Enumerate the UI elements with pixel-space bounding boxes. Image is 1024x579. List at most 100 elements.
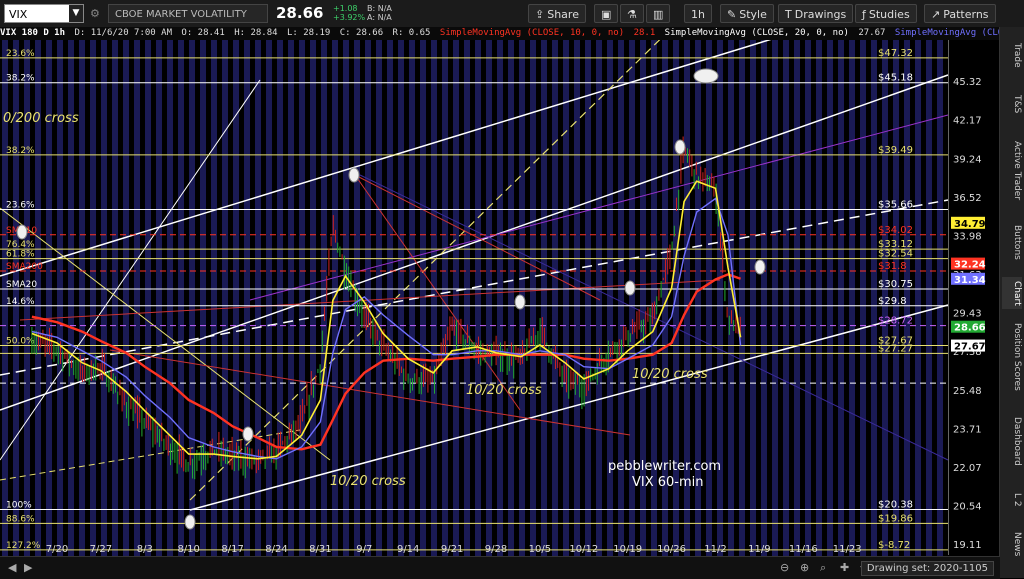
x-tick-label: 10/12 bbox=[569, 544, 598, 555]
symbol-text: VIX bbox=[9, 8, 28, 21]
level-label-left: 38.2% bbox=[6, 146, 35, 156]
level-label-left: 127.2% bbox=[6, 541, 41, 551]
magnifier-icon[interactable]: ⌕ bbox=[820, 561, 826, 575]
sma10-value: 28.1 bbox=[633, 28, 656, 38]
x-tick-label: 11/9 bbox=[748, 544, 770, 555]
level-label-right: $45.18 bbox=[878, 73, 913, 84]
symbol-description: CBOE MARKET VOLATILITY INDEX bbox=[108, 4, 268, 39]
bid-ask: B: N/A A: N/A bbox=[367, 4, 392, 23]
tab-chart[interactable]: Chart bbox=[1002, 277, 1022, 309]
level-label-right: $28.72 bbox=[878, 316, 913, 327]
style-icon: ✎ bbox=[727, 8, 737, 21]
level-label-left: 38.2% bbox=[6, 74, 35, 84]
x-tick-label: 8/24 bbox=[265, 544, 287, 555]
style-button[interactable]: ✎ Style bbox=[720, 4, 774, 23]
timeframe-button[interactable]: 1h bbox=[684, 4, 712, 23]
bar-high: H: 28.84 bbox=[234, 28, 278, 38]
pivot-marker bbox=[184, 514, 196, 530]
pivot-marker bbox=[624, 280, 636, 296]
tab-level2[interactable]: L 2 bbox=[1002, 485, 1022, 515]
session-band bbox=[805, 40, 811, 556]
drawings-button[interactable]: T Drawings bbox=[778, 4, 854, 23]
level-label-left: 23.6% bbox=[6, 49, 35, 59]
level-label-right: $47.32 bbox=[878, 48, 913, 59]
save-icon: ▣ bbox=[601, 8, 612, 21]
level-label-right: $35.66 bbox=[878, 200, 913, 211]
pivot-marker bbox=[16, 224, 28, 240]
x-tick-label: 7/27 bbox=[90, 544, 112, 555]
x-tick-label: 9/21 bbox=[441, 544, 463, 555]
session-band bbox=[750, 40, 756, 556]
level-label-right: $-8.72 bbox=[878, 540, 910, 551]
sma50-study[interactable]: SimpleMovingAvg (CLOSE, 50, bbox=[895, 28, 1000, 38]
session-band bbox=[189, 40, 195, 556]
x-tick-label: 11/23 bbox=[833, 544, 862, 555]
session-band bbox=[277, 40, 283, 556]
x-tick-label: 9/14 bbox=[397, 544, 419, 555]
patterns-button[interactable]: ↗ Patterns bbox=[924, 4, 996, 23]
scroll-right-icon[interactable]: ▶ bbox=[24, 561, 32, 574]
session-band bbox=[497, 40, 503, 556]
studies-button[interactable]: ƒ Studies bbox=[855, 4, 917, 23]
level-label-left: 23.6% bbox=[6, 201, 35, 211]
session-band bbox=[739, 40, 745, 556]
annotation-cross-aug: 10/20 cross bbox=[330, 474, 406, 489]
sma10-study[interactable]: SimpleMovingAvg (CLOSE, 10, 0, no) bbox=[440, 28, 624, 38]
change-abs: +1.08 bbox=[333, 4, 358, 13]
session-band bbox=[431, 40, 437, 556]
session-band bbox=[706, 40, 712, 556]
pivot-marker bbox=[242, 426, 254, 442]
layout-button[interactable]: ▥ bbox=[646, 4, 671, 23]
symbol-dropdown-icon[interactable]: ▼ bbox=[69, 5, 83, 22]
chart-status-line: VIX 180 D 1h D: 11/6/20 7:00 AM O: 28.41… bbox=[0, 27, 1000, 40]
tab-dashboard[interactable]: Dashboard bbox=[1002, 411, 1022, 471]
y-tick-label: 20.54 bbox=[953, 501, 982, 512]
layout-icon: ▥ bbox=[653, 8, 664, 21]
watermark-site: pebblewriter.com bbox=[608, 459, 721, 474]
session-band bbox=[442, 40, 448, 556]
crosshair-icon[interactable]: ✚ bbox=[840, 561, 849, 574]
tab-news[interactable]: News bbox=[1002, 527, 1022, 561]
pivot-marker bbox=[693, 68, 719, 84]
studies-label: Studies bbox=[868, 8, 910, 21]
session-band bbox=[816, 40, 822, 556]
symbol-input[interactable]: VIX ▼ bbox=[4, 4, 84, 23]
options-icon[interactable]: ⚙ bbox=[90, 4, 100, 23]
zoom-out-icon[interactable]: ⊖ bbox=[780, 561, 789, 574]
lab-button[interactable]: ⚗ bbox=[620, 4, 644, 23]
session-band bbox=[453, 40, 459, 556]
price-flag-label: 28.66 bbox=[954, 323, 986, 334]
scroll-left-icon[interactable]: ◀ bbox=[8, 561, 16, 574]
sma20-study[interactable]: SimpleMovingAvg (CLOSE, 20, 0, no) bbox=[665, 28, 849, 38]
x-tick-label: 10/5 bbox=[529, 544, 551, 555]
session-band bbox=[222, 40, 228, 556]
session-band bbox=[926, 40, 932, 556]
session-band bbox=[717, 40, 723, 556]
price-flag-label: 27.67 bbox=[954, 342, 986, 353]
tab-time-sales[interactable]: T&S bbox=[1002, 89, 1022, 119]
session-band bbox=[486, 40, 492, 556]
zoom-in-icon[interactable]: ⊕ bbox=[800, 561, 809, 574]
session-band bbox=[849, 40, 855, 556]
y-tick-label: 19.11 bbox=[953, 540, 982, 551]
patterns-label: Patterns bbox=[943, 8, 989, 21]
bid-value: B: N/A bbox=[367, 4, 392, 13]
x-tick-label: 8/17 bbox=[221, 544, 243, 555]
tab-buttons[interactable]: Buttons bbox=[1002, 217, 1022, 267]
save-button[interactable]: ▣ bbox=[594, 4, 619, 23]
session-band bbox=[860, 40, 866, 556]
tab-position-scores[interactable]: Position Scores bbox=[1002, 317, 1022, 397]
session-band bbox=[871, 40, 877, 556]
share-button[interactable]: ⇪ Share bbox=[528, 4, 586, 23]
price-flag-label: 34.79 bbox=[954, 219, 986, 230]
annotation-cross-200: 0/200 cross bbox=[3, 111, 79, 126]
y-tick-label: 39.24 bbox=[953, 154, 982, 165]
session-band bbox=[266, 40, 272, 556]
tab-trade[interactable]: Trade bbox=[1002, 35, 1022, 75]
tab-active-trader[interactable]: Active Trader bbox=[1002, 131, 1022, 211]
x-tick-label: 8/3 bbox=[137, 544, 153, 555]
change-pct: +3.92% bbox=[333, 13, 366, 22]
price-chart[interactable]: 23.6% $47.32 38.2% $45.18 38.2% $39.49 23.6% $3… bbox=[0, 40, 1000, 556]
drawing-set-selector[interactable]: Drawing set: 2020-1105 bbox=[860, 561, 994, 576]
drawings-label: Drawings bbox=[794, 8, 847, 21]
